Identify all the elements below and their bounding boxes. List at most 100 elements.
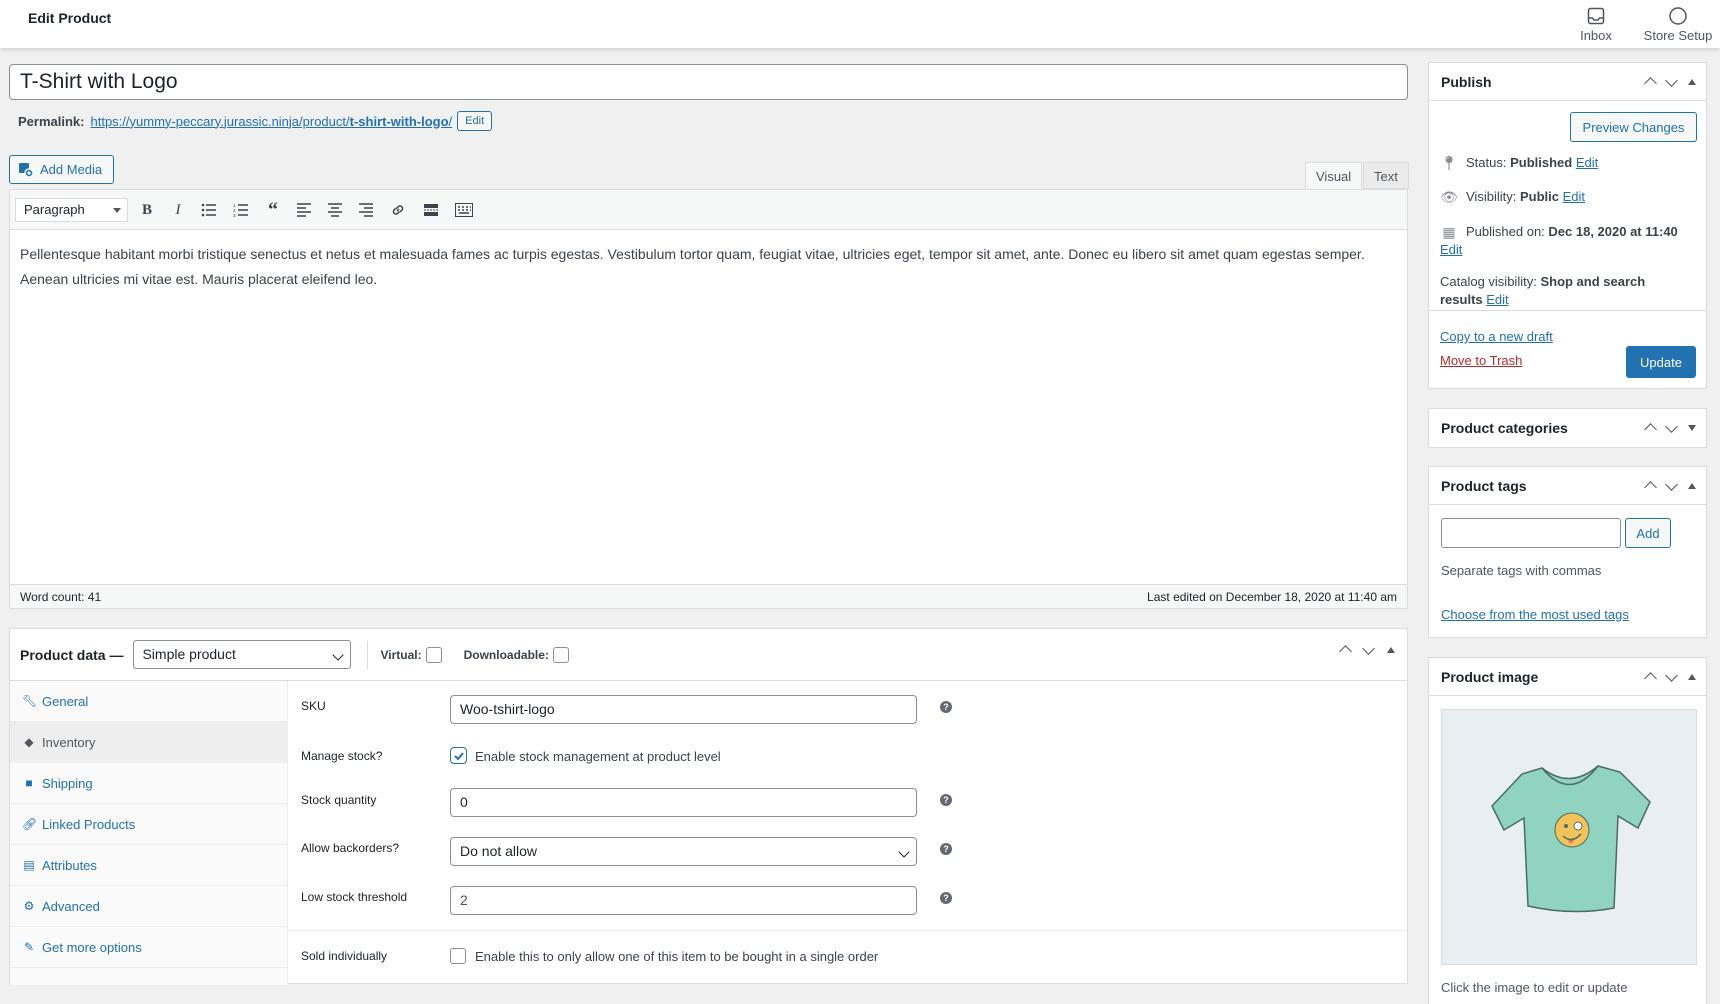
product-image[interactable] bbox=[1441, 709, 1697, 965]
move-down-icon[interactable] bbox=[1665, 74, 1678, 87]
tag-icon: ◆ bbox=[24, 735, 34, 749]
move-down-icon[interactable] bbox=[1665, 669, 1678, 682]
media-icon bbox=[19, 162, 34, 178]
align-left-icon[interactable] bbox=[293, 199, 315, 221]
stock-qty-input[interactable]: 0 bbox=[450, 788, 917, 817]
tags-hint: Separate tags with commas bbox=[1441, 563, 1602, 578]
bold-icon[interactable]: B bbox=[136, 199, 158, 221]
choose-tags-link[interactable]: Choose from the most used tags bbox=[1441, 607, 1629, 622]
expand-icon[interactable] bbox=[1688, 424, 1696, 431]
content-text[interactable]: Pellentesque habitant morbi tristique se… bbox=[20, 242, 1390, 292]
plugin-icon: ✎ bbox=[23, 940, 35, 954]
wrench-icon: 🔧︎ bbox=[22, 694, 38, 708]
move-up-icon[interactable] bbox=[1644, 481, 1657, 494]
tags-box: Product tags Add Separate tags with comm… bbox=[1428, 466, 1707, 638]
tab-visual[interactable]: Visual bbox=[1305, 162, 1363, 189]
move-up-icon[interactable] bbox=[1644, 77, 1657, 90]
move-down-icon[interactable] bbox=[1665, 420, 1678, 433]
link-icon: 🔗︎ bbox=[22, 817, 38, 831]
collapse-icon[interactable] bbox=[1688, 482, 1696, 489]
product-data-tabs: 🔧︎ General ◆ Inventory ■ Shipping 🔗︎ Linked … bbox=[10, 681, 288, 985]
move-up-icon[interactable] bbox=[1644, 423, 1657, 436]
product-image-header: Product image bbox=[1429, 658, 1706, 696]
divider bbox=[367, 640, 369, 669]
divider bbox=[288, 930, 1407, 931]
sku-input[interactable]: Woo-tshirt-logo bbox=[450, 695, 917, 724]
published-row: ▦ Published on: Dec 18, 2020 at 11:40 Edit bbox=[1440, 224, 1678, 257]
sold-individually-checkbox[interactable] bbox=[450, 948, 466, 964]
bullet-list-icon[interactable] bbox=[198, 199, 220, 221]
product-title-input[interactable]: T-Shirt with Logo bbox=[9, 64, 1408, 100]
move-up-icon[interactable] bbox=[1644, 672, 1657, 685]
help-icon: ? bbox=[940, 843, 952, 855]
move-up-icon[interactable] bbox=[1339, 645, 1352, 658]
divider bbox=[1429, 310, 1706, 311]
collapse-icon[interactable] bbox=[1688, 78, 1696, 85]
downloadable-checkbox[interactable] bbox=[552, 646, 569, 663]
permalink-label: Permalink: bbox=[18, 113, 85, 129]
tag-input[interactable] bbox=[1441, 518, 1621, 548]
copy-draft-link[interactable]: Copy to a new draft bbox=[1440, 329, 1553, 344]
visibility-edit-link[interactable]: Edit bbox=[1563, 189, 1585, 204]
preview-changes-button[interactable]: Preview Changes bbox=[1570, 112, 1697, 142]
italic-icon[interactable]: I bbox=[167, 199, 189, 221]
caret-down-icon bbox=[113, 208, 121, 213]
chevron-down-icon bbox=[898, 846, 910, 858]
update-button[interactable]: Update bbox=[1626, 346, 1696, 378]
add-tag-button[interactable]: Add bbox=[1625, 518, 1671, 548]
permalink-edit-button[interactable]: Edit bbox=[457, 111, 493, 131]
move-down-icon[interactable] bbox=[1665, 478, 1678, 491]
collapse-icon[interactable] bbox=[1688, 673, 1696, 680]
tab-general[interactable]: 🔧︎ General bbox=[10, 681, 288, 722]
published-edit-link[interactable]: Edit bbox=[1440, 242, 1462, 257]
tab-shipping[interactable]: ■ Shipping bbox=[10, 763, 288, 804]
status-edit-link[interactable]: Edit bbox=[1576, 155, 1598, 170]
store-setup-label: Store Setup bbox=[1643, 27, 1713, 43]
catalog-visibility-row: Catalog visibility: Shop and search resul… bbox=[1440, 274, 1646, 307]
move-down-icon[interactable] bbox=[1362, 642, 1375, 655]
product-type-select[interactable]: Simple product bbox=[133, 640, 352, 669]
sold-individually-label: Sold individually bbox=[301, 949, 388, 963]
categories-box: Product categories bbox=[1428, 408, 1707, 448]
tab-text[interactable]: Text bbox=[1363, 162, 1409, 189]
eye-icon: 👁︎ bbox=[1440, 189, 1458, 205]
top-header: Edit Product Inbox Store Setup bbox=[0, 0, 1720, 48]
low-stock-input[interactable]: 2 bbox=[450, 886, 917, 915]
svg-text:3: 3 bbox=[233, 213, 236, 217]
move-to-trash-link[interactable]: Move to Trash bbox=[1440, 353, 1522, 368]
backorders-select[interactable]: Do not allow bbox=[450, 837, 917, 866]
virtual-checkbox[interactable] bbox=[425, 646, 442, 663]
tab-attributes[interactable]: ▤ Attributes bbox=[10, 845, 288, 886]
product-image-box: Product image Click the image to edit or… bbox=[1428, 657, 1707, 1004]
catalog-edit-link[interactable]: Edit bbox=[1486, 292, 1508, 307]
tab-get-more-options[interactable]: ✎ Get more options bbox=[10, 927, 288, 968]
link-icon[interactable] bbox=[387, 199, 409, 221]
manage-stock-text: Enable stock management at product level bbox=[475, 749, 721, 764]
inbox-button[interactable]: Inbox bbox=[1575, 0, 1617, 48]
permalink-link[interactable]: https://yummy-peccary.jurassic.ninja/pro… bbox=[90, 114, 452, 129]
editor-toolbar: Paragraph B I 123 “ bbox=[10, 190, 1407, 230]
collapse-icon[interactable] bbox=[1387, 646, 1395, 653]
toolbar-toggle-icon[interactable] bbox=[453, 199, 475, 221]
tab-advanced[interactable]: ⚙︎ Advanced bbox=[10, 886, 288, 927]
product-data-box: Product data — Simple product Virtual: D… bbox=[9, 628, 1408, 985]
format-select[interactable]: Paragraph bbox=[15, 198, 128, 222]
numbered-list-icon[interactable]: 123 bbox=[230, 199, 252, 221]
manage-stock-checkbox[interactable] bbox=[450, 747, 467, 764]
align-right-icon[interactable] bbox=[355, 199, 377, 221]
categories-header[interactable]: Product categories bbox=[1429, 409, 1706, 447]
content-editor: Paragraph B I 123 “ Pellentesque habitan… bbox=[9, 189, 1408, 607]
add-media-button[interactable]: Add Media bbox=[9, 155, 114, 184]
help-icon: ? bbox=[940, 794, 952, 806]
read-more-icon[interactable] bbox=[420, 199, 442, 221]
circle-icon bbox=[1669, 6, 1687, 25]
manage-stock-label: Manage stock? bbox=[301, 749, 383, 763]
visibility-row: 👁︎ Visibility: Public Edit bbox=[1440, 189, 1586, 205]
blockquote-icon[interactable]: “ bbox=[262, 199, 284, 221]
tab-inventory[interactable]: ◆ Inventory bbox=[10, 722, 288, 763]
tab-linked-products[interactable]: 🔗︎ Linked Products bbox=[10, 804, 288, 845]
store-setup-button[interactable]: Store Setup bbox=[1641, 0, 1715, 48]
list-icon: ▤ bbox=[23, 858, 35, 872]
editor-statusbar: Word count: 41 Last edited on December 1… bbox=[9, 584, 1408, 609]
align-center-icon[interactable] bbox=[324, 199, 346, 221]
